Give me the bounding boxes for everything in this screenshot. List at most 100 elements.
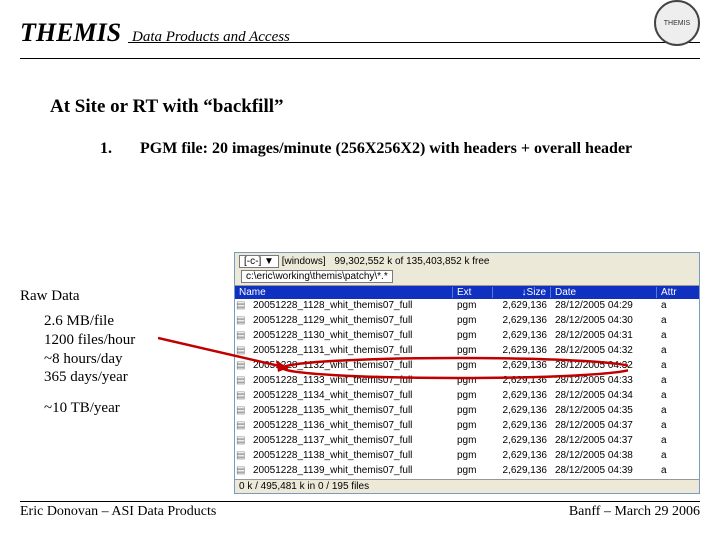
file-icon: ▤	[235, 449, 249, 463]
table-row[interactable]: ▤20051228_1132_whit_themis07_fullpgm2,62…	[235, 359, 699, 374]
raw-data-total: ~10 TB/year	[44, 400, 120, 417]
numbered-item: 1. PGM file: 20 images/minute (256X256X2…	[100, 140, 632, 158]
drive-type: [windows]	[282, 256, 326, 267]
file-name: 20051228_1128_whit_themis07_full	[249, 299, 453, 313]
table-row[interactable]: ▤20051228_1134_whit_themis07_fullpgm2,62…	[235, 389, 699, 404]
col-attr[interactable]: Attr	[657, 287, 699, 298]
file-size: 2,629,136	[493, 314, 551, 328]
file-date: 28/12/2005 04:31	[551, 329, 657, 343]
file-icon: ▤	[235, 344, 249, 358]
footer-right: Banff – March 29 2006	[569, 504, 700, 520]
footer-left: Eric Donovan – ASI Data Products	[20, 504, 216, 520]
file-attr: a	[657, 419, 699, 433]
stat-line: ~8 hours/day	[44, 350, 135, 369]
file-ext: pgm	[453, 464, 493, 478]
file-attr: a	[657, 329, 699, 343]
stat-line: 365 days/year	[44, 368, 135, 387]
file-date: 28/12/2005 04:35	[551, 404, 657, 418]
file-name: 20051228_1139_whit_themis07_full	[249, 464, 453, 478]
file-attr: a	[657, 344, 699, 358]
file-date: 28/12/2005 04:34	[551, 389, 657, 403]
file-attr: a	[657, 449, 699, 463]
file-icon: ▤	[235, 329, 249, 343]
brand: THEMIS	[20, 18, 121, 48]
file-name: 20051228_1134_whit_themis07_full	[249, 389, 453, 403]
col-ext[interactable]: Ext	[453, 287, 493, 298]
table-row[interactable]: ▤20051228_1138_whit_themis07_fullpgm2,62…	[235, 449, 699, 464]
file-ext: pgm	[453, 449, 493, 463]
file-ext: pgm	[453, 359, 493, 373]
file-name: 20051228_1138_whit_themis07_full	[249, 449, 453, 463]
file-name: 20051228_1133_whit_themis07_full	[249, 374, 453, 388]
file-attr: a	[657, 314, 699, 328]
item-number: 1.	[100, 140, 112, 157]
table-row[interactable]: ▤20051228_1137_whit_themis07_fullpgm2,62…	[235, 434, 699, 449]
col-date[interactable]: Date	[551, 287, 657, 298]
table-row[interactable]: ▤20051228_1131_whit_themis07_fullpgm2,62…	[235, 344, 699, 359]
file-date: 28/12/2005 04:39	[551, 464, 657, 478]
file-attr: a	[657, 374, 699, 388]
item-text: PGM file: 20 images/minute (256X256X2) w…	[140, 140, 632, 157]
fm-status-bar: 0 k / 495,481 k in 0 / 195 files	[235, 479, 699, 493]
file-ext: pgm	[453, 434, 493, 448]
fm-body: ▤20051228_1128_whit_themis07_fullpgm2,62…	[235, 299, 699, 479]
section-title: At Site or RT with “backfill”	[50, 96, 284, 118]
file-name: 20051228_1136_whit_themis07_full	[249, 419, 453, 433]
file-icon: ▤	[235, 419, 249, 433]
footer: Eric Donovan – ASI Data Products Banff –…	[20, 501, 700, 520]
file-size: 2,629,136	[493, 299, 551, 313]
file-ext: pgm	[453, 374, 493, 388]
file-date: 28/12/2005 04:29	[551, 299, 657, 313]
file-ext: pgm	[453, 419, 493, 433]
file-size: 2,629,136	[493, 344, 551, 358]
file-ext: pgm	[453, 299, 493, 313]
table-row[interactable]: ▤20051228_1129_whit_themis07_fullpgm2,62…	[235, 314, 699, 329]
file-name: 20051228_1132_whit_themis07_full	[249, 359, 453, 373]
file-attr: a	[657, 464, 699, 478]
table-row[interactable]: ▤20051228_1135_whit_themis07_fullpgm2,62…	[235, 404, 699, 419]
table-row[interactable]: ▤20051228_1139_whit_themis07_fullpgm2,62…	[235, 464, 699, 479]
table-row[interactable]: ▤20051228_1133_whit_themis07_fullpgm2,62…	[235, 374, 699, 389]
fm-toolbar: [-c-] ▼ [windows] 99,302,552 k of 135,40…	[235, 253, 699, 286]
file-icon: ▤	[235, 464, 249, 478]
file-date: 28/12/2005 04:38	[551, 449, 657, 463]
table-row[interactable]: ▤20051228_1130_whit_themis07_fullpgm2,62…	[235, 329, 699, 344]
table-row[interactable]: ▤20051228_1128_whit_themis07_fullpgm2,62…	[235, 299, 699, 314]
file-size: 2,629,136	[493, 359, 551, 373]
file-date: 28/12/2005 04:30	[551, 314, 657, 328]
file-ext: pgm	[453, 329, 493, 343]
file-size: 2,629,136	[493, 389, 551, 403]
file-ext: pgm	[453, 344, 493, 358]
file-date: 28/12/2005 04:32	[551, 344, 657, 358]
file-attr: a	[657, 434, 699, 448]
file-date: 28/12/2005 04:37	[551, 419, 657, 433]
file-date: 28/12/2005 04:37	[551, 434, 657, 448]
file-attr: a	[657, 359, 699, 373]
col-name[interactable]: Name	[235, 287, 453, 298]
raw-data-heading: Raw Data	[20, 288, 80, 305]
file-ext: pgm	[453, 389, 493, 403]
path-field[interactable]: c:\eric\working\themis\patchy\*.*	[241, 270, 393, 283]
stat-line: 2.6 MB/file	[44, 312, 135, 331]
drive-selector[interactable]: [-c-] ▼	[239, 255, 279, 268]
file-size: 2,629,136	[493, 329, 551, 343]
file-icon: ▤	[235, 299, 249, 313]
file-size: 2,629,136	[493, 374, 551, 388]
file-name: 20051228_1137_whit_themis07_full	[249, 434, 453, 448]
file-ext: pgm	[453, 404, 493, 418]
file-icon: ▤	[235, 314, 249, 328]
file-size: 2,629,136	[493, 434, 551, 448]
stat-line: 1200 files/hour	[44, 331, 135, 350]
file-size: 2,629,136	[493, 464, 551, 478]
fm-column-headers[interactable]: Name Ext ↓Size Date Attr	[235, 286, 699, 299]
disk-free-text: 99,302,552 k of 135,403,852 k free	[334, 256, 489, 267]
file-manager: [-c-] ▼ [windows] 99,302,552 k of 135,40…	[234, 252, 700, 494]
chevron-down-icon: ▼	[264, 256, 274, 267]
table-row[interactable]: ▤20051228_1136_whit_themis07_fullpgm2,62…	[235, 419, 699, 434]
file-icon: ▤	[235, 359, 249, 373]
file-size: 2,629,136	[493, 419, 551, 433]
file-attr: a	[657, 404, 699, 418]
col-size[interactable]: ↓Size	[493, 287, 551, 298]
file-attr: a	[657, 299, 699, 313]
file-name: 20051228_1130_whit_themis07_full	[249, 329, 453, 343]
